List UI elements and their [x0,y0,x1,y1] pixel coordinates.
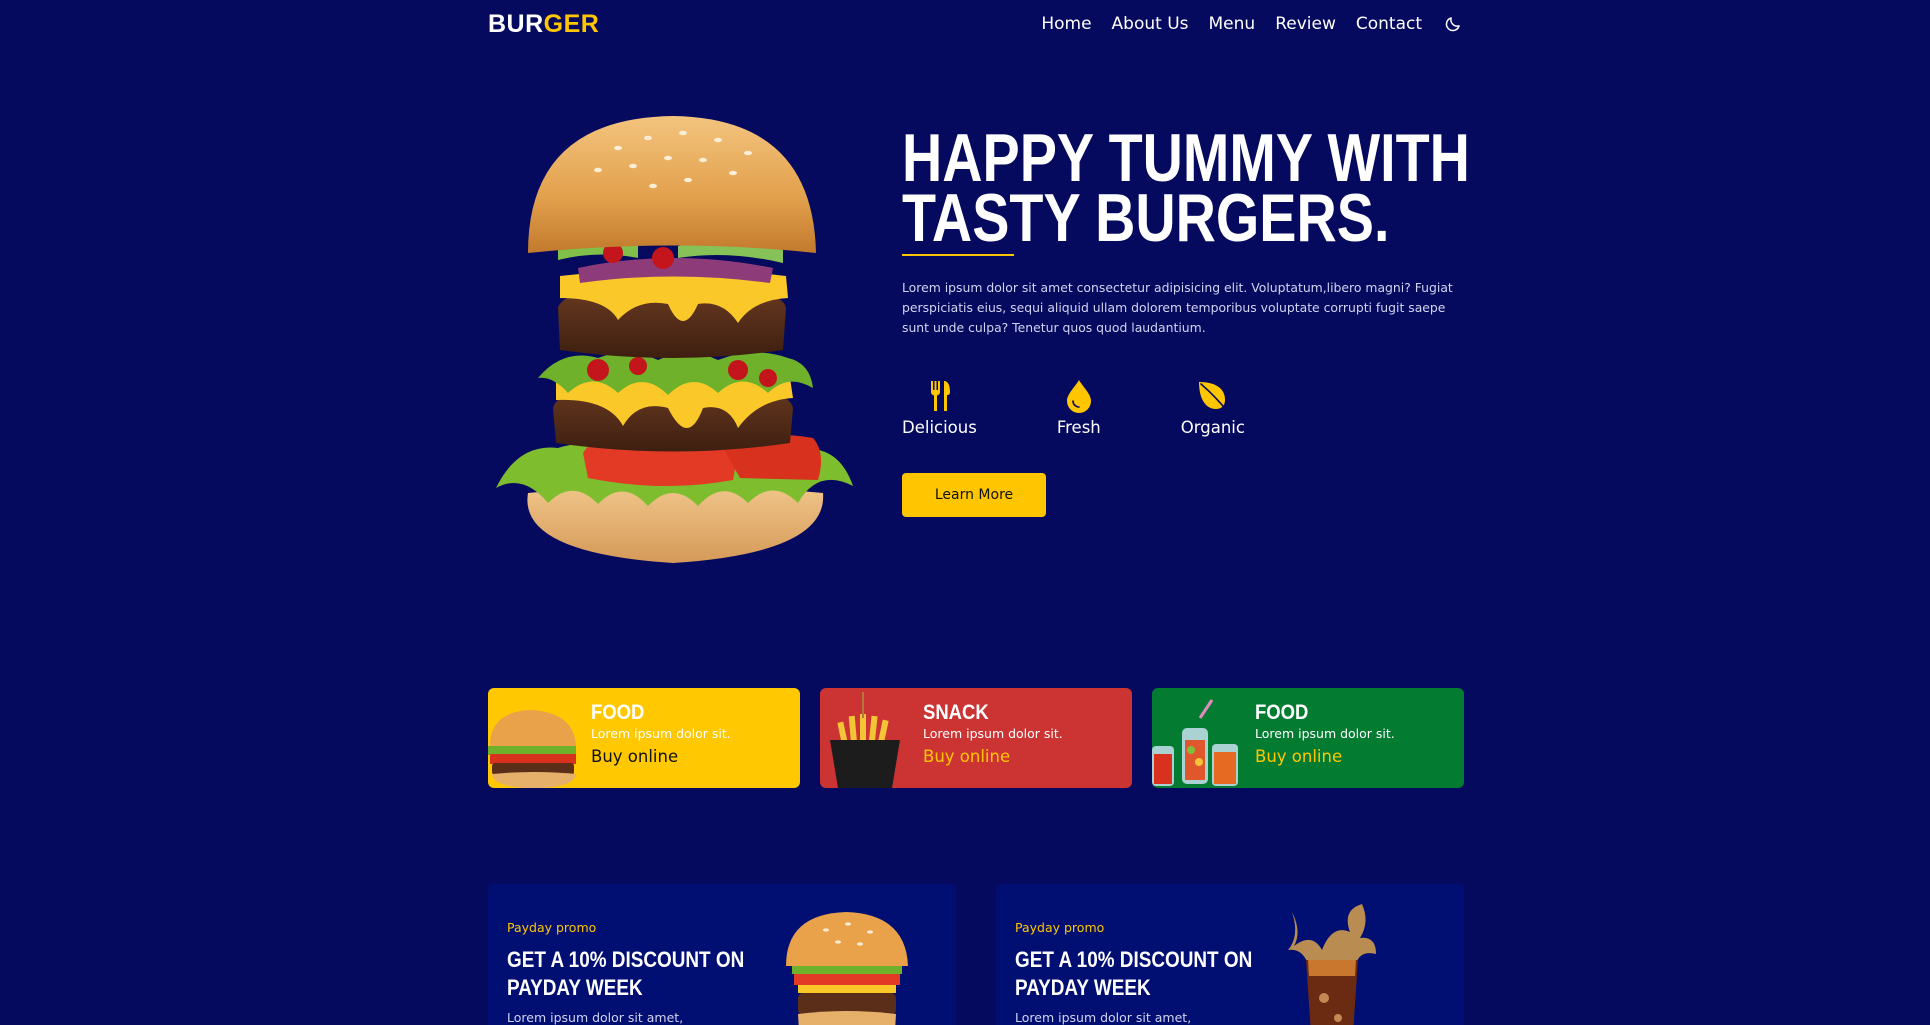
card-title: FOOD [1255,701,1309,724]
drop-icon [1066,380,1091,413]
feature-label: Fresh [1056,418,1101,437]
feature-organic: Organic [1181,378,1245,437]
nav-links: Home About Us Menu Review Contact [1041,13,1464,35]
feature-list: Delicious Fresh Organic [902,378,1464,437]
promo-title: GET A 10% DISCOUNT ON PAYDAY WEEK [1015,946,1253,1002]
logo-part-2: GER [543,9,600,38]
card-subtitle: Lorem ipsum dolor sit. [1255,726,1395,741]
logo-part-1: BUR [488,9,544,38]
feature-delicious: Delicious [902,378,977,437]
hero-title-line-1: HAPPY TUMMY WITH [902,120,1470,196]
promo-card: Payday promo GET A 10% DISCOUNT ON PAYDA… [488,884,956,1025]
promo-description: Lorem ipsum dolor sit amet, [1015,1010,1192,1025]
learn-more-button[interactable]: Learn More [902,473,1046,517]
logo[interactable]: BURGER [488,10,599,39]
promo-title-line-2: PAYDAY WEEK [1015,975,1151,1000]
category-card-snack[interactable]: SNACK Lorem ipsum dolor sit. Buy online [820,688,1132,788]
buy-online-link[interactable]: Buy online [591,747,678,766]
category-cards: FOOD Lorem ipsum dolor sit. Buy online S… [488,688,1464,788]
promo-tag: Payday promo [1015,920,1105,935]
nav-link-home[interactable]: Home [1041,14,1091,34]
nav-link-contact[interactable]: Contact [1356,14,1422,34]
drinks-thumbnail [1152,688,1244,788]
fries-thumbnail [820,688,912,788]
leaf-icon [1198,382,1229,413]
moon-icon[interactable] [1442,13,1464,35]
category-card-drinks[interactable]: FOOD Lorem ipsum dolor sit. Buy online [1152,688,1464,788]
promo-drink-image [1272,902,1392,1025]
top-nav: BURGER Home About Us Menu Review Contact [488,0,1464,48]
promo-title-line-1: GET A 10% DISCOUNT ON [507,947,745,972]
utensils-icon [931,381,951,411]
card-title: SNACK [923,701,989,724]
hero-description: Lorem ipsum dolor sit amet consectetur a… [902,280,1453,335]
feature-label: Delicious [902,418,977,437]
card-subtitle: Lorem ipsum dolor sit. [923,726,1063,741]
card-title: FOOD [591,701,645,724]
promo-title-line-1: GET A 10% DISCOUNT ON [1015,947,1253,972]
hero-title: HAPPY TUMMY WITH TASTY BURGERS. [902,120,1470,256]
buy-online-link[interactable]: Buy online [923,747,1010,766]
nav-link-review[interactable]: Review [1275,14,1336,34]
buy-online-link[interactable]: Buy online [1255,747,1342,766]
feature-fresh: Fresh [1057,378,1101,437]
hero-burger-image [488,108,858,568]
card-subtitle: Lorem ipsum dolor sit. [591,726,731,741]
burger-thumbnail [488,688,580,788]
nav-link-menu[interactable]: Menu [1209,14,1256,34]
category-card-food[interactable]: FOOD Lorem ipsum dolor sit. Buy online [488,688,800,788]
page: BURGER Home About Us Menu Review Contact [0,0,1930,1025]
nav-link-about-us[interactable]: About Us [1112,14,1189,34]
hero-title-line-2: TASTY BURGERS. [902,180,1390,256]
promo-description: Lorem ipsum dolor sit amet, [507,1010,684,1025]
promo-card: Payday promo GET A 10% DISCOUNT ON PAYDA… [996,884,1464,1025]
hero-section: HAPPY TUMMY WITH TASTY BURGERS. Lorem ip… [902,120,1470,517]
promo-burger-image [776,908,916,1025]
promo-tag: Payday promo [507,920,597,935]
promo-title: GET A 10% DISCOUNT ON PAYDAY WEEK [507,946,745,1002]
promo-title-line-2: PAYDAY WEEK [507,975,643,1000]
feature-label: Organic [1180,418,1245,437]
